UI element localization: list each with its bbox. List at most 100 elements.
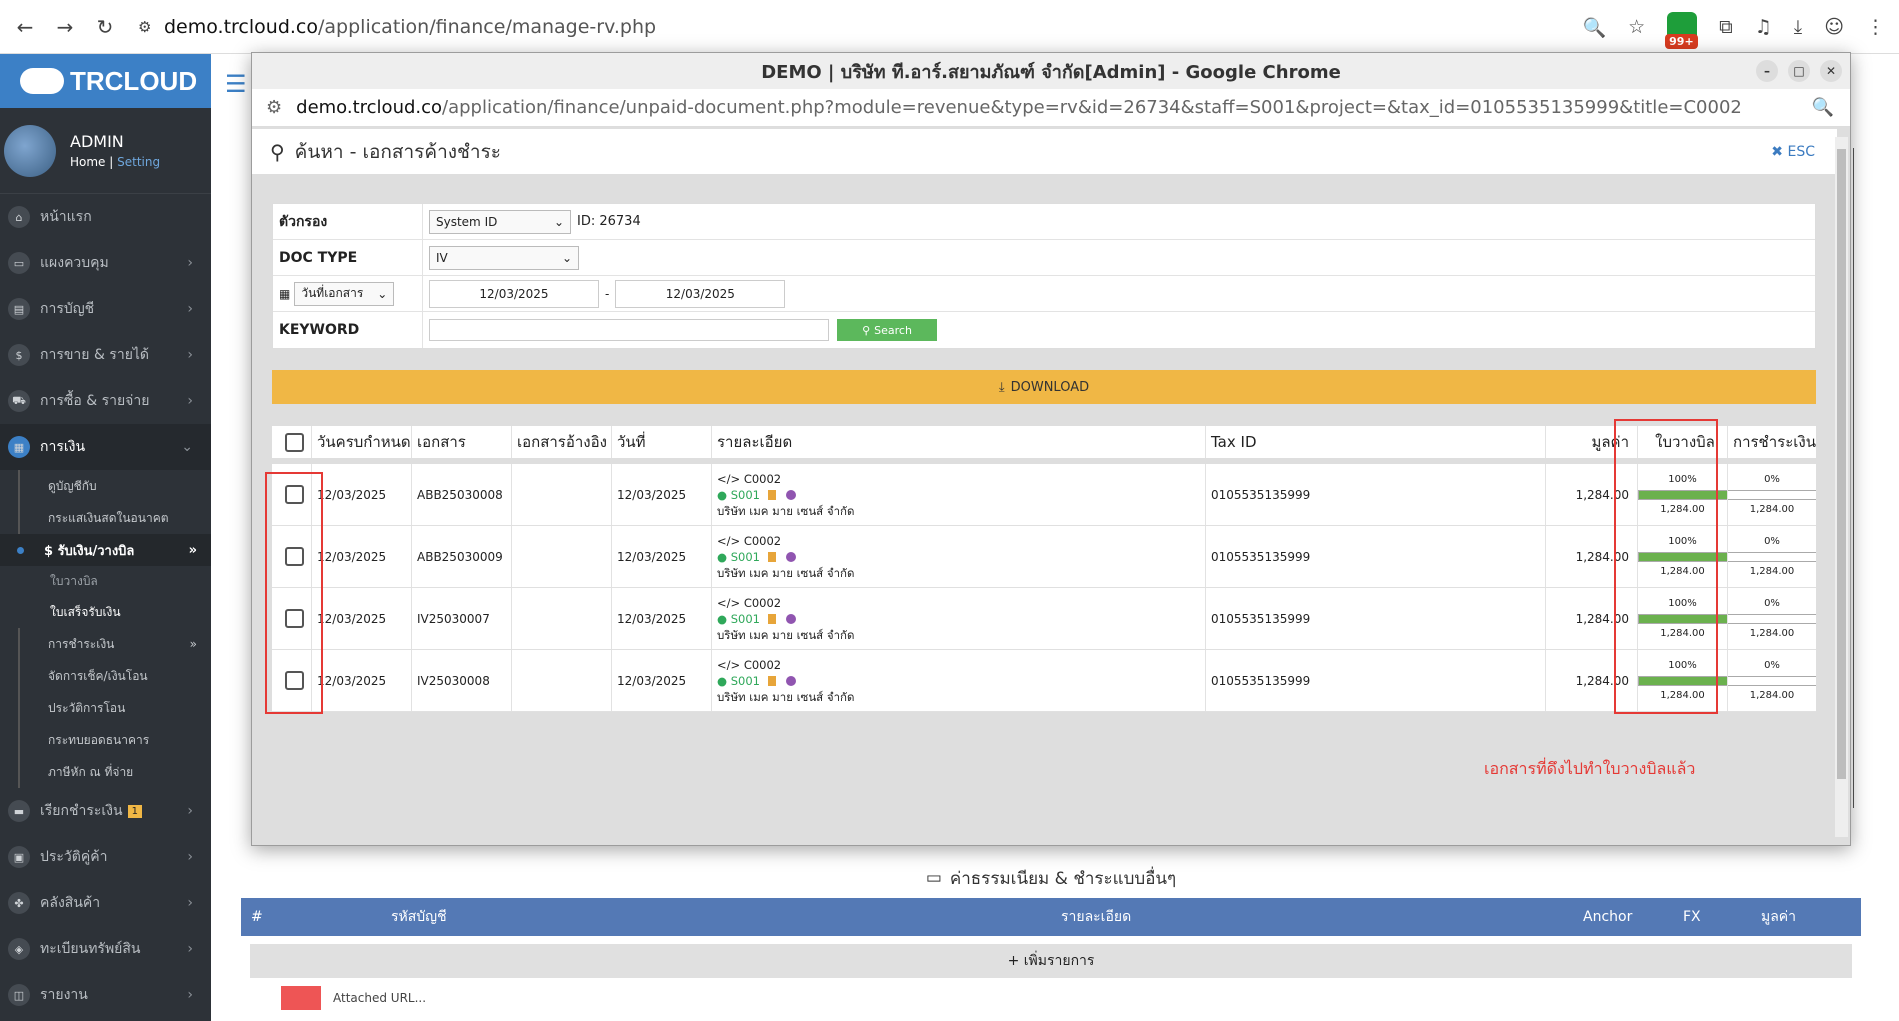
menu-report[interactable]: ◫ รายงาน › [0,972,211,1018]
scrollbar-thumb[interactable] [1837,149,1846,779]
site-info-icon[interactable]: ⚙ [266,97,282,118]
sub-cashflow[interactable]: กระแสเงินสดในอนาคต [18,502,211,534]
select-all-checkbox[interactable] [284,432,304,452]
dropbox-icon [281,986,321,1010]
back-icon[interactable]: ← [10,12,40,42]
forward-icon[interactable]: → [50,12,80,42]
setting-link[interactable]: Setting [117,155,160,169]
boxes-icon: ✤ [8,892,30,914]
popup-url-path: /application/finance/unpaid-document.php… [442,97,1742,118]
menu-dots-icon[interactable]: ⋮ [1866,16,1885,38]
attached-url[interactable]: Attached URL... [281,986,1821,1010]
menu-dashboard[interactable]: ▭ แผงควบคุม › [0,240,211,286]
minimize-icon[interactable]: – [1756,60,1778,82]
keyword-input[interactable] [429,319,829,341]
logo[interactable]: TRCLOUD [0,54,211,108]
download-icon[interactable]: ⤓ [1794,16,1802,38]
menu-partner-history[interactable]: ▣ ประวัติคู่ค้า › [0,834,211,880]
sub-cashbook[interactable]: ดูบัญชีกับ [18,470,211,502]
media-icon[interactable]: ♫ [1755,16,1772,38]
filter-select[interactable]: System ID ⌄ [429,209,571,234]
menu-label: หน้าแรก [40,209,92,225]
popup-scrollbar[interactable] [1835,137,1848,837]
col-date: วันที่ [612,426,712,458]
contact-icon: ▣ [8,846,30,868]
doc-number[interactable]: IV25030007 [412,588,512,649]
staff-code: S001 [730,673,760,688]
table-row[interactable]: 12/03/2025 ABB25030009 12/03/2025 </> C0002… [272,526,1816,588]
pie-icon [785,614,796,624]
url-path: /application/finance/manage-rv.php [318,16,657,38]
ref-doc [512,464,612,525]
add-item-button[interactable]: + เพิ่มรายการ [250,944,1852,978]
menu-home[interactable]: ⌂ หน้าแรก [0,194,211,240]
download-icon: ⤓ [998,379,1005,395]
sub-withholding-tax[interactable]: ภาษีหัก ณ ที่จ่าย [18,756,211,788]
doc-number[interactable]: ABB25030008 [412,464,512,525]
profile-icon[interactable]: ☺ [1824,16,1844,38]
menu-assets[interactable]: ◈ ทะเบียนทรัพย์สิน › [0,926,211,972]
menu-purchase[interactable]: ⛟ การซื้อ & รายจ่าย › [0,378,211,424]
home-link[interactable]: Home [70,155,105,169]
doc-number[interactable]: IV25030008 [412,650,512,711]
keyword-label: KEYWORD [273,312,423,348]
popup-title: DEMO | บริษัท ที.อาร์.สยามภัณฑ์ จำกัด[Ad… [761,61,1341,83]
download-button[interactable]: ⤓ DOWNLOAD [272,370,1816,404]
menu-accounting[interactable]: ▤ การบัญชี › [0,286,211,332]
menu-inventory[interactable]: ✤ คลังสินค้า › [0,880,211,926]
popup-titlebar: DEMO | บริษัท ที.อาร์.สยามภัณฑ์ จำกัด[Ad… [252,53,1850,89]
menu-label: ประวัติคู่ค้า [40,849,108,865]
col-value: มูลค่า [1761,909,1797,925]
date-type-value: วันที่เอกสาร [301,286,364,300]
filter-id: ID: 26734 [577,214,641,229]
sub-payment[interactable]: การชำระเงิน » [18,628,211,660]
filter-select-value: System ID [436,214,498,229]
bookmark-star-icon[interactable]: ☆ [1628,16,1645,38]
table-row[interactable]: 12/03/2025 IV25030007 12/03/2025 </> C0002 ●… [272,588,1816,650]
close-icon[interactable]: ✕ [1820,60,1842,82]
zoom-icon[interactable]: 🔍 [1812,97,1834,118]
sub-receive-billing[interactable]: $ รับเงิน/วางบิล » [0,534,211,566]
sub-transfer-history[interactable]: ประวัติการโอน [18,692,211,724]
date-to-input[interactable]: 12/03/2025 [615,279,786,308]
payment-amount: 1,284.00 [1749,503,1795,515]
url-host: demo.trcloud.co [164,16,318,38]
menu-finance[interactable]: ▦ การเงิน ⌄ [0,424,211,470]
table-row[interactable]: 12/03/2025 IV25030008 12/03/2025 </> C0002 ●… [272,650,1816,712]
sub-bank-reconcile[interactable]: กระทบยอดธนาคาร [18,724,211,756]
hamburger-icon[interactable]: ☰ [225,70,247,98]
chevron-right-icon: › [187,803,193,819]
user-icon: ● [717,549,731,564]
zoom-icon[interactable]: 🔍 [1582,16,1606,39]
chevron-right-icon: › [187,895,193,911]
highlight-checkbox-column [265,472,323,714]
subsub-receipt[interactable]: ใบเสร็จรับเงิน [0,597,211,628]
doctype-select[interactable]: IV ⌄ [429,245,579,270]
menu-collection[interactable]: ▬ เรียกชำระเงิน 1 › [0,788,211,834]
col-due: วันครบกำหนด [312,426,412,458]
esc-button[interactable]: ✖ ESC [1771,144,1815,160]
user-icon: ● [717,487,731,502]
doctype-label: DOC TYPE [273,240,423,275]
address-bar[interactable]: ⚙ demo.trcloud.co/application/finance/ma… [138,8,1618,46]
menu-label: การเงิน [40,439,86,455]
date-type-select[interactable]: วันที่เอกสาร ⌄ [294,281,395,306]
search-button[interactable]: ⚲ Search [837,319,937,341]
payment-amount: 1,284.00 [1749,565,1795,577]
payment-percent: 0% [1764,473,1780,485]
menu-sales[interactable]: $ การขาย & รายได้ › [0,332,211,378]
table-row[interactable]: 12/03/2025 ABB25030008 12/03/2025 </> C0002… [272,464,1816,526]
sub-cheque[interactable]: จัดการเช็ค/เงินโอน [18,660,211,692]
date-from-input[interactable]: 12/03/2025 [429,279,599,308]
extensions-icon[interactable]: ⧉ [1719,16,1733,38]
card-icon: ▬ [8,800,30,822]
documents-table: วันครบกำหนด เอกสาร เอกสารอ้างอิง วันที่ … [272,426,1816,712]
reload-icon[interactable]: ↻ [90,12,120,42]
maximize-icon[interactable]: □ [1788,60,1810,82]
popup-address-bar[interactable]: ⚙ demo.trcloud.co/application/finance/unp… [252,89,1850,127]
subsub-billing-note[interactable]: ใบวางบิล [0,566,211,597]
extension-badge-icon[interactable]: 99+ [1665,12,1698,49]
doc-number[interactable]: ABB25030009 [412,526,512,587]
fees-section: ▭ ค่าธรรมเนียม & ชำระแบบอื่นๆ # รหัสบัญชี… [241,858,1861,1016]
site-info-icon[interactable]: ⚙ [138,18,164,36]
